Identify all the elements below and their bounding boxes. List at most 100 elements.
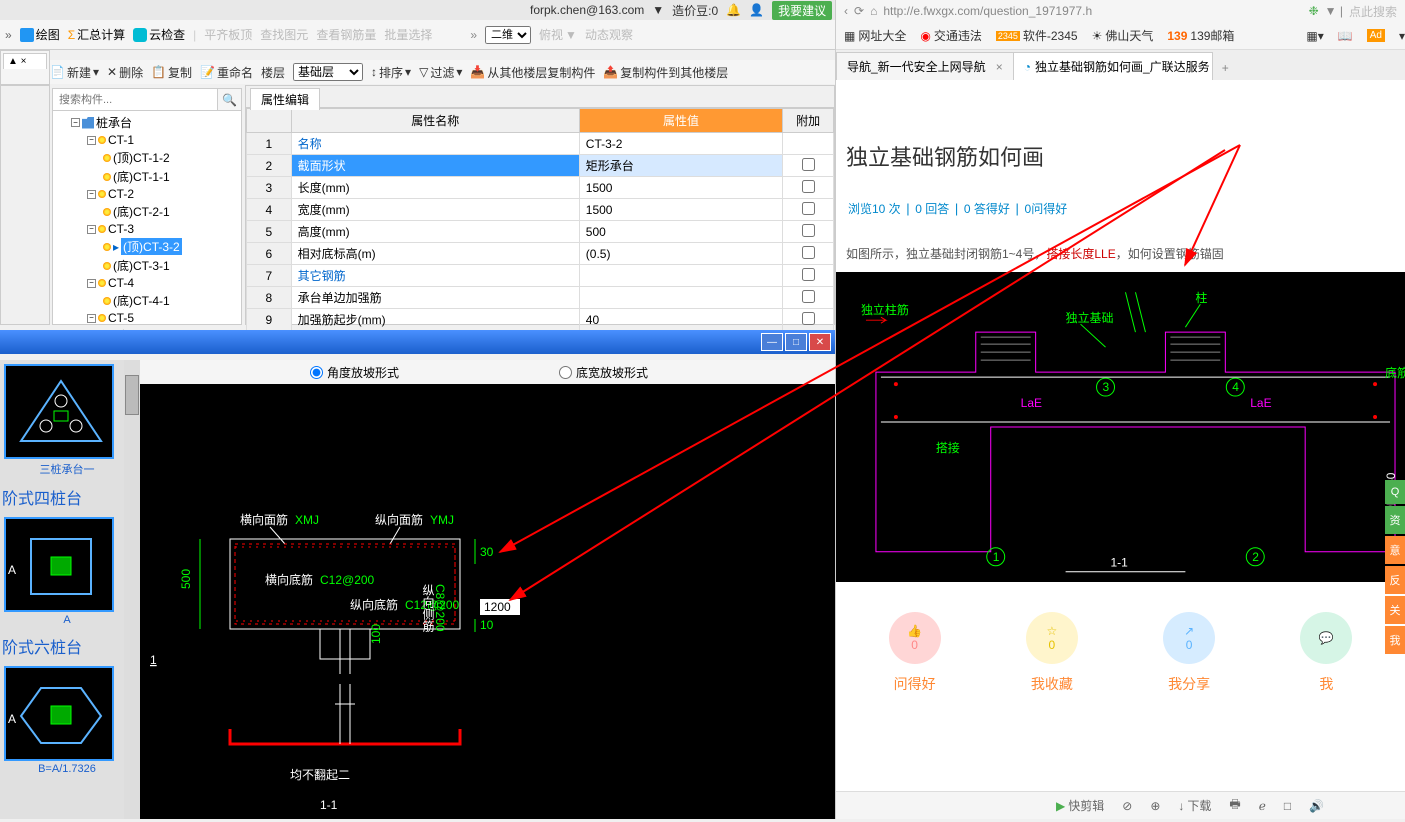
action-good-q[interactable]: 👍0 问得好	[889, 612, 941, 694]
tree-leaf[interactable]: (顶)CT-1-2	[53, 148, 241, 167]
tree-leaf[interactable]: (底)CT-3-1	[53, 256, 241, 275]
search-input[interactable]	[53, 89, 217, 110]
minimize-button[interactable]: —	[761, 333, 783, 351]
radio-angle-slope[interactable]: 角度放坡形式	[310, 364, 399, 381]
prop-value[interactable]: 矩形承台	[579, 155, 782, 177]
status-icon[interactable]: □	[1284, 799, 1291, 813]
action-share[interactable]: ↗0 我分享	[1163, 612, 1215, 694]
bookmark-item[interactable]: 139139邮箱	[1167, 27, 1234, 44]
prop-row[interactable]: 1 名称 CT-3-2	[247, 133, 834, 155]
status-icon[interactable]: ⊘	[1122, 799, 1132, 813]
maximize-button[interactable]: □	[785, 333, 807, 351]
copy-to-button[interactable]: 📤复制构件到其他楼层	[603, 64, 728, 81]
prop-extra[interactable]	[783, 133, 834, 155]
search-placeholder[interactable]: 点此搜索	[1349, 3, 1397, 20]
delete-button[interactable]: ✕删除	[107, 64, 143, 81]
browser-tab-active[interactable]: ◔独立基础钢筋如何画_广联达服务×	[1013, 52, 1213, 80]
search-button[interactable]: 🔍	[217, 89, 241, 110]
ad-icon[interactable]: Ad	[1367, 29, 1385, 42]
scrollbar[interactable]	[124, 360, 140, 819]
addr-icon[interactable]: ❉	[1309, 4, 1319, 18]
status-clip[interactable]: ▶快剪辑	[1056, 797, 1104, 814]
side-btn[interactable]: Q	[1385, 480, 1405, 504]
prop-row[interactable]: 5 高度(mm) 500	[247, 221, 834, 243]
main-drawing-canvas[interactable]: 横向面筋 XMJ 纵向面筋 YMJ 横向底筋 C12@200 纵向底筋 C12@…	[140, 384, 835, 819]
status-icon[interactable]: ⊕	[1150, 799, 1160, 813]
prop-value[interactable]: (0.5)	[579, 243, 782, 265]
bookmark-item[interactable]: ◉交通违法	[920, 27, 982, 44]
prop-value[interactable]: 1500	[579, 177, 782, 199]
prop-row[interactable]: 4 宽度(mm) 1500	[247, 199, 834, 221]
status-icon[interactable]: ℯ	[1259, 799, 1266, 813]
thumb-item[interactable]: 三桩承台一	[4, 364, 130, 479]
scroll-handle[interactable]	[125, 375, 139, 415]
dyn-view-button[interactable]: 动态观察	[585, 26, 633, 43]
tree-node-ct5[interactable]: −CT-5	[53, 310, 241, 326]
prop-value[interactable]: 1500	[579, 199, 782, 221]
filter-button[interactable]: ▽过滤 ▾	[419, 64, 462, 81]
prop-tab[interactable]: 属性编辑	[250, 88, 320, 110]
prop-extra[interactable]	[783, 265, 834, 287]
prop-extra[interactable]	[783, 287, 834, 309]
new-tab-button[interactable]: +	[1212, 56, 1239, 80]
copy-from-button[interactable]: 📥从其他楼层复制构件	[470, 64, 595, 81]
tab-small[interactable]: ▲ ×	[3, 53, 47, 69]
home-icon[interactable]: ⌂	[870, 4, 877, 18]
more-icon[interactable]: »	[470, 28, 477, 42]
grid-icon[interactable]: ▦▾	[1306, 29, 1323, 43]
refresh-icon[interactable]: ⟳	[854, 4, 864, 18]
tree-node-ct3[interactable]: −CT-3	[53, 221, 241, 237]
tree-leaf[interactable]: (底)CT-1-1	[53, 167, 241, 186]
tab-close-icon[interactable]: ×	[996, 60, 1003, 74]
status-icon[interactable]: 🖶	[1229, 795, 1240, 816]
back-icon[interactable]: ‹	[844, 4, 848, 18]
prop-extra[interactable]	[783, 309, 834, 331]
suggest-button[interactable]: 我要建议	[772, 1, 832, 20]
prop-value[interactable]: 40	[579, 309, 782, 331]
side-btn[interactable]: 资	[1385, 506, 1405, 534]
expand-icon[interactable]: »	[5, 28, 12, 42]
status-download[interactable]: ↓下载	[1178, 797, 1211, 814]
prop-extra[interactable]	[783, 199, 834, 221]
bookmark-item[interactable]: ▦网址大全	[844, 27, 906, 44]
action-favorite[interactable]: ☆0 我收藏	[1026, 612, 1078, 694]
prop-extra[interactable]	[783, 221, 834, 243]
tree-leaf[interactable]: (底)CT-4-1	[53, 291, 241, 310]
prop-value[interactable]	[579, 287, 782, 309]
radio-width-slope[interactable]: 底宽放坡形式	[559, 364, 648, 381]
sum-calc-button[interactable]: Σ汇总计算	[68, 26, 125, 43]
tree-root[interactable]: −桩承台	[53, 113, 241, 132]
rename-button[interactable]: 📝重命名	[200, 64, 253, 81]
tree-node-ct2[interactable]: −CT-2	[53, 186, 241, 202]
tree-node-ct1[interactable]: −CT-1	[53, 132, 241, 148]
top-view-button[interactable]: 俯视▼	[539, 26, 577, 43]
prop-extra[interactable]	[783, 155, 834, 177]
batch-sel-button[interactable]: 批量选择	[384, 26, 432, 43]
view-rebar-button[interactable]: 查看钢筋量	[316, 26, 376, 43]
thumb-item[interactable]: A B=A/1.7326	[4, 666, 130, 777]
copy-button[interactable]: 📋复制	[151, 64, 192, 81]
prop-row[interactable]: 7 其它钢筋	[247, 265, 834, 287]
cloud-check-button[interactable]: 云检查	[133, 26, 185, 43]
thumb-item[interactable]: A A	[4, 517, 130, 628]
sort-button[interactable]: ↕排序 ▾	[371, 64, 411, 81]
prop-value[interactable]	[579, 265, 782, 287]
side-btn[interactable]: 意	[1385, 536, 1405, 564]
book-icon[interactable]: 📖	[1338, 29, 1353, 43]
side-btn[interactable]: 关	[1385, 596, 1405, 624]
view-2d-select[interactable]: 二维	[485, 26, 531, 44]
tree-leaf[interactable]: (底)CT-2-1	[53, 202, 241, 221]
prop-extra[interactable]	[783, 243, 834, 265]
new-button[interactable]: 📄新建 ▾	[50, 64, 99, 81]
prop-value[interactable]: 500	[579, 221, 782, 243]
bookmark-item[interactable]: 2345软件-2345	[996, 27, 1078, 44]
prop-row[interactable]: 2 截面形状 矩形承台	[247, 155, 834, 177]
prop-value[interactable]: CT-3-2	[579, 133, 782, 155]
prop-row[interactable]: 8 承台单边加强筋	[247, 287, 834, 309]
close-button[interactable]: ✕	[809, 333, 831, 351]
bookmark-item[interactable]: ☀佛山天气	[1092, 27, 1154, 44]
browser-tab[interactable]: 导航_新一代安全上网导航×	[836, 52, 1014, 80]
prop-extra[interactable]	[783, 177, 834, 199]
tree-leaf-selected[interactable]: ▸(顶)CT-3-2	[53, 237, 241, 256]
status-icon[interactable]: 🔊	[1309, 799, 1324, 813]
